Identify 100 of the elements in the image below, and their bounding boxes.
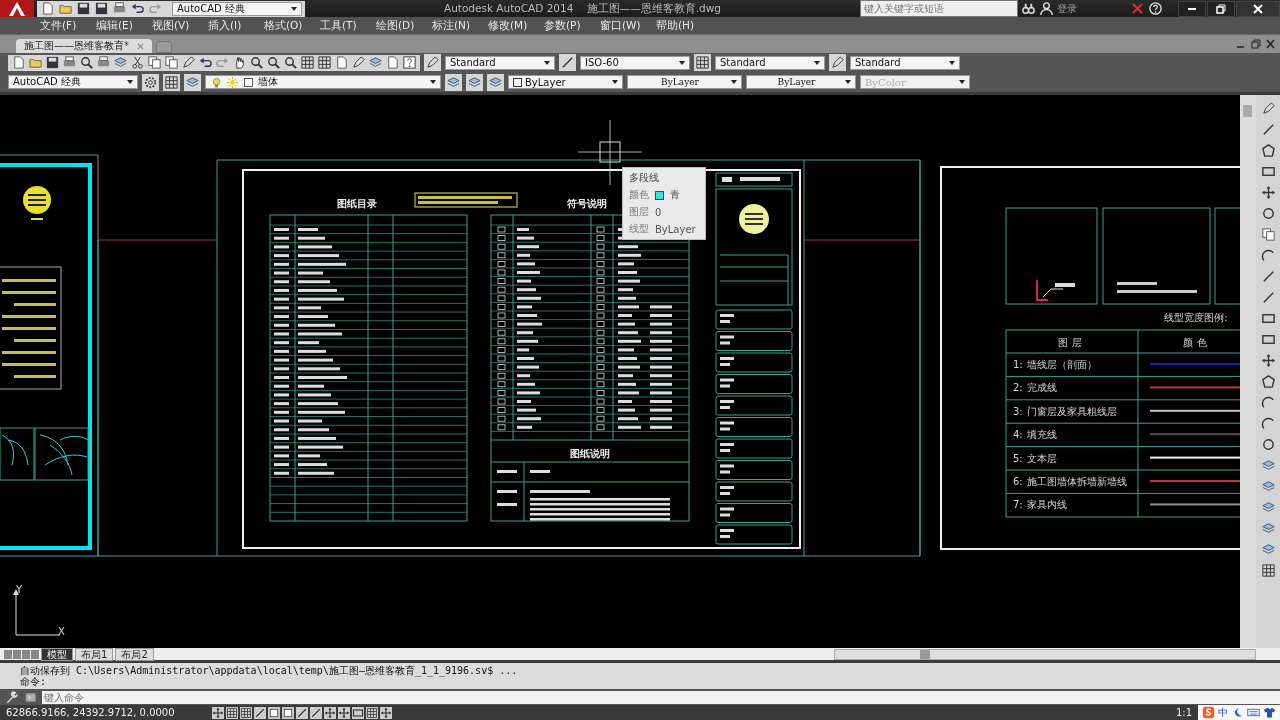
dimension-style-dropdown[interactable]: ISO-60 bbox=[580, 55, 690, 70]
annotation-scale[interactable]: 1:1 bbox=[1175, 707, 1192, 718]
sign-in-link[interactable]: 登录 bbox=[1057, 1, 1127, 16]
layers-icon[interactable] bbox=[184, 73, 201, 91]
floppy-icon[interactable] bbox=[76, 1, 91, 16]
grid-icon[interactable] bbox=[1260, 563, 1276, 578]
page-icon[interactable] bbox=[334, 55, 349, 70]
magnifier-icon[interactable] bbox=[266, 55, 281, 70]
magnifier-icon[interactable] bbox=[249, 55, 264, 70]
pen-icon[interactable] bbox=[424, 54, 441, 71]
tab-navigation-icon[interactable] bbox=[4, 649, 39, 659]
copy-icon[interactable] bbox=[1260, 227, 1276, 242]
text-style-dropdown[interactable]: Standard bbox=[445, 55, 555, 70]
scissors-icon[interactable] bbox=[130, 55, 145, 70]
arc-icon[interactable] bbox=[1260, 248, 1276, 263]
search-field[interactable]: 键入关键字或短语 bbox=[860, 0, 1018, 17]
gear-icon[interactable] bbox=[142, 73, 159, 91]
layers-icon[interactable] bbox=[1260, 500, 1276, 515]
color-dropdown[interactable]: ByLayer bbox=[508, 75, 623, 89]
pen-icon[interactable] bbox=[351, 55, 366, 70]
layers-icon[interactable] bbox=[113, 55, 128, 70]
grid-icon[interactable] bbox=[300, 55, 315, 70]
move-icon[interactable] bbox=[338, 706, 350, 719]
move-icon[interactable] bbox=[1260, 185, 1276, 200]
multileader-style-dropdown[interactable]: Standard bbox=[850, 55, 960, 70]
square-icon[interactable] bbox=[268, 706, 280, 719]
arc-icon[interactable] bbox=[1260, 395, 1276, 410]
document-tab[interactable]: 施工图——恩维客教育* bbox=[16, 39, 152, 53]
grid-icon[interactable] bbox=[163, 73, 180, 91]
menu-item[interactable]: 帮助(H) bbox=[656, 18, 712, 33]
lineweight-dropdown[interactable]: ByLayer bbox=[746, 75, 856, 89]
floppy-icon[interactable] bbox=[94, 1, 109, 16]
copy-icon[interactable] bbox=[147, 55, 162, 70]
prompt-icon[interactable] bbox=[25, 690, 38, 704]
line-icon[interactable] bbox=[310, 706, 322, 719]
application-menu-button[interactable] bbox=[0, 0, 34, 17]
page-icon[interactable] bbox=[385, 55, 400, 70]
polygon-icon[interactable] bbox=[1260, 374, 1276, 389]
circle-icon[interactable] bbox=[1260, 206, 1276, 221]
menu-item[interactable]: 插入(I) bbox=[208, 18, 264, 33]
layers-icon[interactable] bbox=[487, 73, 504, 91]
ime-mode[interactable]: 中 bbox=[1218, 705, 1228, 720]
menu-item[interactable]: 格式(O) bbox=[264, 18, 320, 33]
rect-icon[interactable] bbox=[1260, 332, 1276, 347]
user-icon[interactable] bbox=[1039, 1, 1054, 16]
binoculars-icon[interactable] bbox=[1021, 1, 1036, 16]
menu-item[interactable]: 参数(P) bbox=[544, 18, 600, 33]
layer-dropdown[interactable]: 墙体 bbox=[205, 75, 441, 89]
copy-icon[interactable] bbox=[164, 55, 179, 70]
workspace-dropdown[interactable]: AutoCAD 经典 bbox=[8, 75, 138, 89]
layers-icon[interactable] bbox=[1260, 542, 1276, 557]
magnifier-icon[interactable] bbox=[79, 55, 94, 70]
line-icon[interactable] bbox=[254, 706, 266, 719]
layers-icon[interactable] bbox=[1260, 479, 1276, 494]
polygon-icon[interactable] bbox=[1260, 143, 1276, 158]
pen-icon[interactable] bbox=[1260, 101, 1276, 116]
drawing-window-controls-icon[interactable] bbox=[1236, 39, 1276, 49]
floppy-icon[interactable] bbox=[45, 55, 60, 70]
rect-icon[interactable] bbox=[1260, 311, 1276, 326]
menu-item[interactable]: 视图(V) bbox=[152, 18, 208, 33]
move-icon[interactable] bbox=[212, 706, 224, 719]
menu-item[interactable]: 绘图(D) bbox=[376, 18, 432, 33]
layers-icon[interactable] bbox=[368, 55, 383, 70]
square-icon[interactable] bbox=[282, 706, 294, 719]
layers-icon[interactable] bbox=[1260, 458, 1276, 473]
minimize-button[interactable] bbox=[1178, 0, 1206, 17]
magnifier-icon[interactable] bbox=[283, 55, 298, 70]
layers-icon[interactable] bbox=[445, 73, 462, 91]
pen-icon[interactable] bbox=[829, 54, 846, 71]
move-icon[interactable] bbox=[1260, 353, 1276, 368]
arc-icon[interactable] bbox=[1260, 416, 1276, 431]
menu-item[interactable]: 窗口(W) bbox=[600, 18, 656, 33]
pen-icon[interactable] bbox=[181, 55, 196, 70]
move-icon[interactable] bbox=[380, 706, 392, 719]
ime-toolbar[interactable]: 中 bbox=[1198, 705, 1280, 720]
page-icon[interactable] bbox=[11, 55, 26, 70]
question-icon[interactable] bbox=[402, 55, 417, 70]
grid-icon[interactable] bbox=[366, 706, 378, 719]
undo-icon[interactable] bbox=[130, 1, 145, 16]
layers-icon[interactable] bbox=[1260, 521, 1276, 536]
horizontal-scrollbar[interactable] bbox=[834, 648, 1256, 660]
restore-button[interactable] bbox=[1207, 0, 1235, 17]
menu-item[interactable]: 文件(F) bbox=[40, 18, 96, 33]
vertical-scrollbar[interactable] bbox=[1240, 95, 1256, 648]
menu-item[interactable]: 编辑(E) bbox=[96, 18, 152, 33]
rect-icon[interactable] bbox=[1260, 164, 1276, 179]
help-icon[interactable] bbox=[1148, 1, 1163, 16]
grid-icon[interactable] bbox=[317, 55, 332, 70]
layers-icon[interactable] bbox=[466, 73, 483, 91]
command-input-field[interactable]: 键入命令 bbox=[42, 690, 1280, 704]
workspace-dropdown[interactable]: AutoCAD 经典 bbox=[172, 1, 302, 16]
menu-item[interactable]: 标注(N) bbox=[432, 18, 488, 33]
table-icon[interactable] bbox=[694, 54, 711, 71]
linetype-dropdown[interactable]: ByLayer bbox=[627, 75, 742, 89]
circle-icon[interactable] bbox=[1260, 437, 1276, 452]
menu-item[interactable]: 工具(T) bbox=[320, 18, 376, 33]
grid-icon[interactable] bbox=[240, 706, 252, 719]
wrench-icon[interactable] bbox=[4, 689, 19, 705]
table-style-dropdown[interactable]: Standard bbox=[715, 55, 825, 70]
undo-icon[interactable] bbox=[198, 55, 213, 70]
